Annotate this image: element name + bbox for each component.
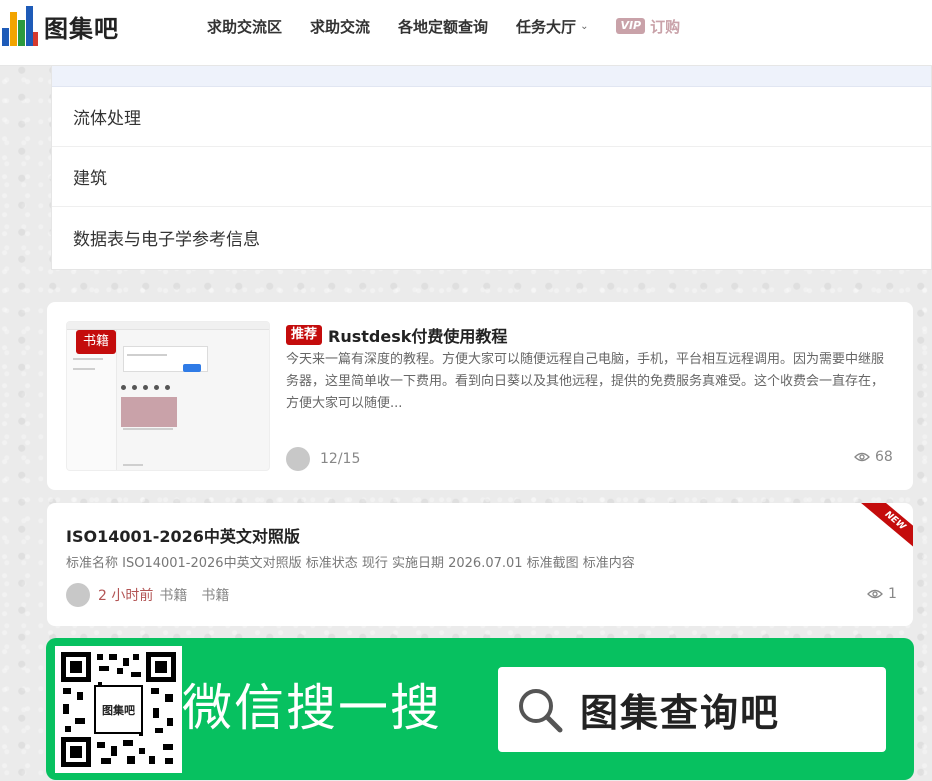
wechat-search-query: 图集查询吧 [580,691,781,735]
qr-logo-text: 图集吧 [102,703,135,717]
post-card-iso14001[interactable]: NEW ISO14001-2026中英文对照版 标准名称 ISO14001-20… [47,503,913,626]
post-time: 2 小时前 [98,588,154,604]
post-card-rustdesk[interactable]: 书籍 推荐 Rustdesk付费使用教程 今天来一篇有深度的教程。方便大家可以随… [47,302,913,490]
category-tag[interactable]: 书籍 [76,330,116,354]
view-count: 68 [854,449,893,465]
nav-task-hall-label: 任务大厅 [516,17,577,36]
post-title-text[interactable]: Rustdesk付费使用教程 [328,323,507,347]
author-avatar[interactable] [66,583,90,607]
post-category-link[interactable]: 书籍 [159,585,187,605]
view-count-value: 68 [875,449,893,465]
vip-icon: VIP [616,18,646,34]
wechat-slogan: 微信搜一搜 [182,679,442,737]
vip-label: 订购 [650,17,681,36]
eye-icon [867,589,883,599]
category-list-selected-item[interactable] [52,66,931,87]
view-count: 1 [867,586,897,602]
category-item-datasheets[interactable]: 数据表与电子学参考信息 [52,207,931,267]
post-date: 12/15 [320,451,361,467]
main-nav: 求助交流区 求助交流 各地定额查询 任务大厅 ⌄ VIP 订购 [207,16,708,36]
nav-quota-query[interactable]: 各地定额查询 [398,16,488,37]
category-item-architecture[interactable]: 建筑 [52,147,931,207]
logo-buildings-icon [0,4,40,48]
category-item-fluid-processing[interactable]: 流体处理 [52,87,931,147]
qr-code-icon: 图集吧 [61,652,176,767]
qr-code: 图集吧 [55,646,182,773]
author-avatar[interactable] [286,447,310,471]
nav-task-hall[interactable]: 任务大厅 ⌄ [516,16,588,37]
logo-text: 图集吧 [44,13,119,43]
post-excerpt: 标准名称 ISO14001-2026中英文对照版 标准状态 现行 实施日期 20… [66,556,635,571]
view-count-value: 1 [888,586,897,602]
eye-icon [854,452,870,462]
wechat-search-banner[interactable]: 图集吧 微信搜一搜 图集查询吧 [46,638,914,780]
nav-help-forum[interactable]: 求助交流区 [207,16,282,37]
site-logo[interactable]: 图集吧 [0,4,125,48]
nav-vip-subscribe[interactable]: VIP 订购 [616,16,680,37]
post-meta: 2 小时前 书籍 书籍 [66,583,229,607]
wechat-search-box[interactable]: 图集查询吧 [498,667,886,752]
recommended-badge: 推荐 [286,325,323,345]
post-excerpt: 今天来一篇有深度的教程。方便大家可以随便远程自己电脑，手机，平台相互远程调用。因… [286,352,885,411]
post-meta: 12/15 [286,447,360,471]
chevron-down-icon: ⌄ [580,20,589,32]
post-title[interactable]: 推荐 Rustdesk付费使用教程 [286,323,507,347]
site-header: 图集吧 求助交流区 求助交流 各地定额查询 任务大厅 ⌄ VIP 订购 [0,0,932,66]
nav-help-exchange[interactable]: 求助交流 [310,16,370,37]
post-title[interactable]: ISO14001-2026中英文对照版 [66,523,300,547]
post-category-link[interactable]: 书籍 [201,585,229,605]
search-icon [519,688,563,732]
category-list: 流体处理 建筑 数据表与电子学参考信息 [51,66,932,270]
new-ribbon: NEW [859,503,913,553]
